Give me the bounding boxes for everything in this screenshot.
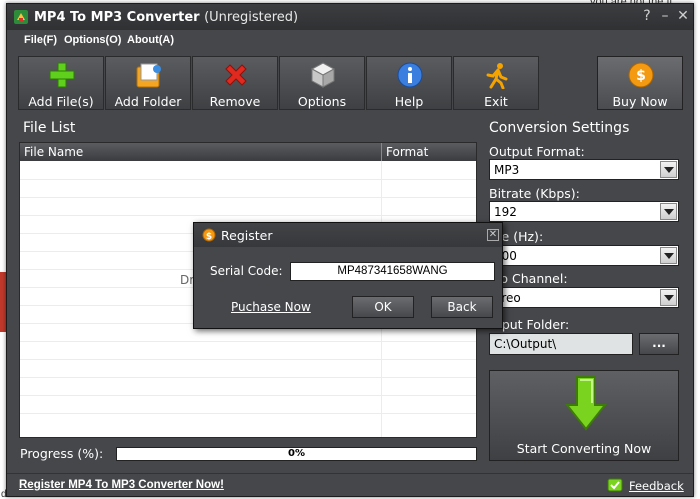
settings-title: Conversion Settings	[489, 120, 630, 136]
sample-rate-select[interactable]: 100	[489, 245, 679, 266]
serial-code-input[interactable]: MP487341658WANG	[290, 262, 495, 281]
options-label: Options	[297, 94, 347, 109]
help-button[interactable]: Help	[366, 56, 452, 110]
add-folder-button[interactable]: Add Folder	[105, 56, 191, 110]
add-files-label: Add File(s)	[28, 94, 94, 109]
title-bar: MP4 To MP3 Converter (Unregistered) ? – …	[7, 4, 693, 30]
output-format-value: MP3	[494, 163, 520, 177]
svg-text:$: $	[636, 68, 646, 84]
remove-label: Remove	[209, 94, 261, 109]
progress-bar: 0%	[116, 447, 477, 461]
start-converting-button[interactable]: Start Converting Now	[489, 370, 679, 461]
list-row-line	[20, 179, 476, 180]
column-format[interactable]: Format	[386, 145, 428, 159]
file-list-title: File List	[23, 120, 76, 136]
list-row-line	[20, 359, 476, 360]
browse-folder-button[interactable]: ...	[639, 333, 679, 355]
list-row-line	[20, 377, 476, 378]
dialog-title: Register	[221, 228, 273, 243]
purchase-now-link[interactable]: Puchase Now	[231, 300, 311, 314]
list-row-line	[20, 197, 476, 198]
buy-now-button[interactable]: $ Buy Now	[597, 56, 683, 110]
options-button[interactable]: Options	[279, 56, 365, 110]
dialog-close-icon[interactable]: ✕	[487, 229, 499, 241]
output-format-select[interactable]: MP3	[489, 159, 679, 180]
chevron-down-icon[interactable]	[660, 161, 677, 178]
output-folder-value: C:\Output\	[494, 337, 557, 351]
remove-x-icon	[225, 64, 247, 86]
progress-value: 0%	[288, 448, 305, 459]
convert-arrow-icon	[564, 376, 608, 431]
output-format-label: Output Format:	[489, 144, 585, 159]
chevron-down-icon[interactable]	[660, 203, 677, 220]
add-folder-label: Add Folder	[114, 94, 182, 109]
dollar-coin-icon: $	[628, 62, 654, 88]
help-label: Help	[394, 94, 424, 109]
exit-runner-icon	[486, 63, 508, 89]
file-list-header: File Name Format	[20, 143, 476, 161]
menu-file[interactable]: File(F)	[24, 34, 57, 46]
chevron-down-icon[interactable]	[660, 289, 677, 306]
exit-button[interactable]: Exit	[453, 56, 539, 110]
feedback-icon	[607, 478, 623, 492]
register-dialog: $ Register ✕ Serial Code: MP487341658WAN…	[193, 222, 503, 329]
buy-now-label: Buy Now	[612, 94, 668, 109]
info-icon	[397, 62, 423, 88]
serial-code-label: Serial Code:	[210, 264, 283, 278]
register-icon: $	[202, 228, 216, 242]
remove-button[interactable]: Remove	[192, 56, 278, 110]
list-row-line	[20, 215, 476, 216]
channel-select[interactable]: ereo	[489, 287, 679, 308]
add-files-button[interactable]: Add File(s)	[18, 56, 104, 110]
column-separator	[381, 143, 382, 161]
dialog-title-bar: $ Register	[194, 223, 502, 247]
list-row-line	[20, 395, 476, 396]
chevron-down-icon[interactable]	[660, 247, 677, 264]
progress-label: Progress (%):	[20, 446, 104, 461]
help-title-button[interactable]: ?	[639, 8, 655, 24]
add-icon	[49, 62, 75, 88]
list-row-line	[20, 341, 476, 342]
bitrate-select[interactable]: 192	[489, 201, 679, 222]
menu-options[interactable]: Options(O)	[64, 34, 121, 46]
serial-code-value: MP487341658WANG	[337, 265, 448, 277]
register-link[interactable]: Register MP4 To MP3 Converter Now!	[19, 479, 224, 491]
menu-about[interactable]: About(A)	[127, 34, 174, 46]
folder-icon	[136, 63, 161, 88]
minimize-button[interactable]: –	[657, 8, 673, 24]
column-file-name[interactable]: File Name	[24, 145, 83, 159]
options-cube-icon	[310, 62, 336, 88]
window-title: MP4 To MP3 Converter (Unregistered)	[34, 10, 299, 25]
bitrate-label: Bitrate (Kbps):	[489, 186, 580, 201]
bitrate-value: 192	[494, 205, 517, 219]
menu-bar: File(F) Options(O) About(A)	[7, 31, 693, 51]
app-icon	[14, 10, 28, 24]
list-row-line	[20, 413, 476, 414]
svg-text:$: $	[206, 232, 212, 242]
close-button[interactable]: ✕	[675, 8, 691, 24]
start-converting-label: Start Converting Now	[516, 441, 652, 456]
exit-label: Exit	[484, 94, 508, 109]
ok-button[interactable]: OK	[352, 296, 414, 318]
back-button[interactable]: Back	[431, 296, 493, 318]
output-folder-field[interactable]: C:\Output\	[489, 333, 633, 355]
toolbar: Add File(s) Add Folder Remove Options He…	[7, 54, 693, 112]
feedback-label: Feedback	[629, 479, 684, 493]
status-bar: Register MP4 To MP3 Converter Now! Feedb…	[7, 473, 693, 496]
